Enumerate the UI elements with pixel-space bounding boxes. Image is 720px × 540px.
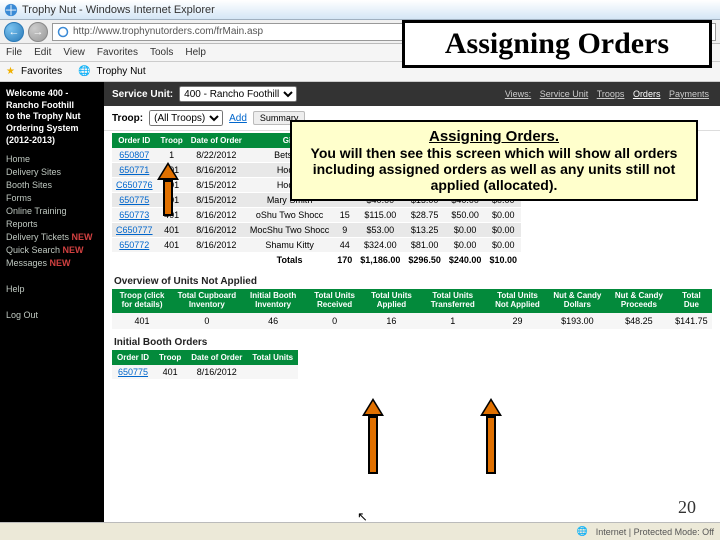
troop-label: Troop: (112, 113, 143, 124)
nav-booth-sites[interactable]: Booth Sites (6, 180, 98, 190)
menu-tools[interactable]: Tools (150, 47, 173, 58)
table-row[interactable]: 6507724018/16/2012Shamu Kitty44$324.00$8… (112, 238, 521, 253)
arrow-annotation-1 (159, 162, 177, 216)
arrow-annotation-3 (482, 398, 500, 474)
arrow-annotation-2 (364, 398, 382, 474)
slide-title-callout: Assigning Orders (402, 20, 712, 68)
nav-logout[interactable]: Log Out (6, 310, 98, 320)
menu-file[interactable]: File (6, 47, 22, 58)
view-payments[interactable]: Payments (669, 89, 709, 99)
nav-help[interactable]: Help (6, 284, 98, 294)
window-titlebar: Trophy Nut - Windows Internet Explorer (0, 0, 720, 20)
views-nav: Views: Service Unit Troops Orders Paymen… (502, 89, 712, 99)
nav-messages[interactable]: Messages NEW (6, 258, 98, 268)
menu-favorites[interactable]: Favorites (97, 47, 138, 58)
menu-help[interactable]: Help (185, 47, 206, 58)
ibo-table: Order IDTroopDate of OrderTotal Units 65… (112, 350, 298, 379)
service-unit-row: Service Unit: 400 - Rancho Foothill View… (104, 82, 720, 106)
nav-reports[interactable]: Reports (6, 219, 98, 229)
view-troops[interactable]: Troops (597, 89, 625, 99)
troop-select[interactable]: (All Troops) (149, 110, 223, 126)
table-row[interactable]: 6507754018/16/2012 (112, 365, 298, 379)
nap-title: Overview of Units Not Applied (114, 276, 710, 287)
ibo-title: Initial Booth Orders (114, 337, 710, 348)
favorites-label: Favorites (21, 66, 62, 77)
nav-home[interactable]: Home (6, 154, 98, 164)
welcome-text: Welcome 400 - Rancho Foothill to the Tro… (6, 88, 98, 146)
page-number: 20 (678, 497, 696, 518)
tab-label[interactable]: Trophy Nut (97, 66, 146, 77)
forward-button[interactable]: → (28, 22, 48, 42)
nav-delivery-sites[interactable]: Delivery Sites (6, 167, 98, 177)
menu-edit[interactable]: Edit (34, 47, 51, 58)
view-orders[interactable]: Orders (633, 89, 661, 99)
view-su[interactable]: Service Unit (540, 89, 589, 99)
table-row[interactable]: C6507774018/16/2012MocShu Two Shocc9$53.… (112, 223, 521, 238)
status-text: Internet | Protected Mode: Off (596, 527, 714, 537)
nav-delivery-tickets[interactable]: Delivery Tickets NEW (6, 232, 98, 242)
nav-quick-search[interactable]: Quick Search NEW (6, 245, 98, 255)
cursor-icon: ↖ (357, 509, 368, 522)
status-bar: 🌐 Internet | Protected Mode: Off (0, 522, 720, 540)
instruction-callout: Assigning Orders. You will then see this… (290, 120, 698, 201)
su-label: Service Unit: (112, 89, 173, 100)
back-button[interactable]: ← (4, 22, 24, 42)
sidebar: Welcome 400 - Rancho Foothill to the Tro… (0, 82, 104, 522)
globe-icon: 🌐 (577, 526, 588, 537)
table-row[interactable]: 401046016129$193.00$48.25$141.75 (112, 313, 712, 329)
url-text: http://www.trophynutorders.com/frMain.as… (73, 26, 263, 37)
menu-view[interactable]: View (63, 47, 85, 58)
nap-table: Troop (click for details)Total Cupboard … (112, 289, 712, 329)
su-select[interactable]: 400 - Rancho Foothill (179, 86, 297, 102)
app-icon (4, 3, 18, 17)
add-link[interactable]: Add (229, 113, 247, 124)
totals-row: Totals170$1,186.00$296.50$240.00$10.00 (112, 253, 521, 268)
star-icon[interactable]: ★ (6, 66, 15, 77)
nav-forms[interactable]: Forms (6, 193, 98, 203)
window-title: Trophy Nut - Windows Internet Explorer (22, 4, 215, 16)
ie-icon (57, 26, 69, 38)
nav-training[interactable]: Online Training (6, 206, 98, 216)
